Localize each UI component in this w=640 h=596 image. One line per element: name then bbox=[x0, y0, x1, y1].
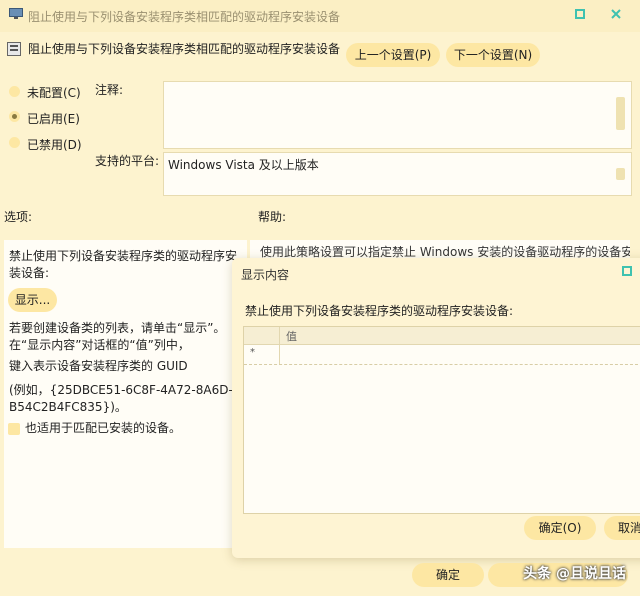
radio-enabled[interactable] bbox=[9, 111, 20, 122]
dialog-title: 显示内容 bbox=[241, 268, 290, 282]
options-instruction-2: 键入表示设备安装程序类的 GUID bbox=[9, 359, 188, 373]
watermark: 头条 @且说且话 bbox=[523, 566, 626, 582]
close-button[interactable] bbox=[608, 6, 624, 22]
apply-installed-label[interactable]: 也适用于匹配已安装的设备。 bbox=[25, 420, 181, 437]
maximize-icon bbox=[575, 9, 585, 19]
grid-column-value[interactable]: 值 bbox=[286, 328, 297, 344]
comment-input[interactable] bbox=[163, 81, 632, 149]
radio-not-configured-label[interactable]: 未配置(C) bbox=[27, 84, 81, 101]
grid-header bbox=[244, 327, 640, 345]
options-label: 选项: bbox=[4, 210, 33, 224]
show-button[interactable]: 显示... bbox=[8, 288, 57, 312]
prev-setting-button[interactable]: 上一个设置(P) bbox=[346, 43, 440, 67]
close-icon bbox=[611, 9, 621, 19]
platform-value: Windows Vista 及以上版本 bbox=[168, 158, 319, 172]
options-example: (例如，{25DBCE51-6C8F-4A72-8A6D-B54C2B4FC83… bbox=[9, 383, 233, 414]
app-icon bbox=[9, 8, 23, 20]
dialog-close-button[interactable] bbox=[622, 265, 634, 277]
comment-label: 注释: bbox=[95, 83, 124, 97]
dialog-cancel-button[interactable]: 取消 bbox=[604, 516, 640, 540]
policy-icon bbox=[7, 42, 21, 56]
grid-new-row[interactable] bbox=[244, 345, 640, 365]
comment-scrollbar[interactable] bbox=[616, 97, 625, 130]
maximize-icon bbox=[622, 266, 632, 276]
help-label: 帮助: bbox=[258, 210, 287, 224]
options-description: 禁止使用下列设备安装程序类的驱动程序安装设备: bbox=[9, 249, 238, 280]
radio-not-configured[interactable] bbox=[9, 86, 20, 97]
radio-disabled-label[interactable]: 已禁用(D) bbox=[27, 136, 82, 153]
policy-title: 阻止使用与下列设备安装程序类相匹配的驱动程序安装设备 bbox=[28, 42, 341, 56]
platform-scrollbar[interactable] bbox=[616, 168, 625, 180]
options-instruction-1: 若要创建设备类的列表，请单击“显示”。在“显示内容”对话框的“值”列中， bbox=[9, 321, 226, 352]
next-setting-button[interactable]: 下一个设置(N) bbox=[446, 43, 540, 67]
ok-button[interactable]: 确定 bbox=[412, 563, 484, 587]
radio-disabled[interactable] bbox=[9, 137, 20, 148]
new-row-marker: * bbox=[250, 347, 255, 358]
dialog-prompt: 禁止使用下列设备安装程序类的驱动程序安装设备: bbox=[245, 304, 514, 318]
maximize-button[interactable] bbox=[572, 6, 588, 22]
dialog-ok-button[interactable]: 确定(O) bbox=[524, 516, 596, 540]
window-title: 阻止使用与下列设备安装程序类相匹配的驱动程序安装设备 bbox=[28, 10, 341, 24]
apply-installed-checkbox[interactable] bbox=[8, 423, 20, 435]
radio-enabled-label[interactable]: 已启用(E) bbox=[27, 110, 80, 127]
platform-label: 支持的平台: bbox=[95, 154, 160, 168]
